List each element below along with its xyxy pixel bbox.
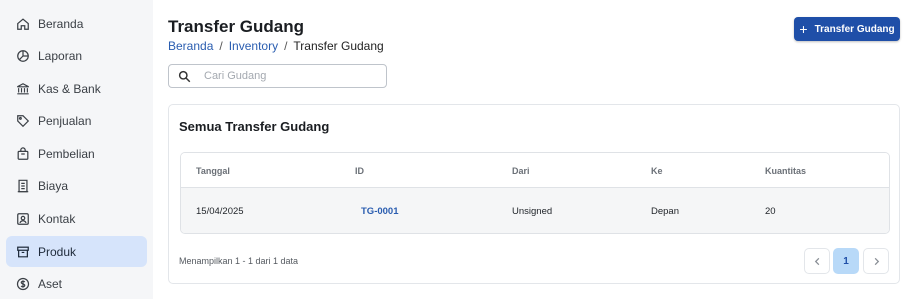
breadcrumb: Beranda / Inventory / Transfer Gudang xyxy=(168,39,384,53)
column-header-tanggal[interactable]: Tanggal xyxy=(196,166,230,176)
breadcrumb-separator: / xyxy=(284,39,288,53)
breadcrumb-beranda[interactable]: Beranda xyxy=(168,39,213,53)
sidebar-item-beranda[interactable]: Beranda xyxy=(6,8,147,39)
cell-tanggal: 15/04/2025 xyxy=(196,206,244,217)
tag-icon xyxy=(17,114,30,127)
next-page-button[interactable] xyxy=(863,248,889,274)
sidebar-item-label: Laporan xyxy=(38,48,83,63)
sidebar-item-label: Produk xyxy=(38,244,77,259)
transfer-list-card: Semua Transfer Gudang Tanggal ID Dari Ke… xyxy=(168,104,900,284)
sidebar: Beranda Laporan Kas & Bank Penjualan Pem… xyxy=(0,0,153,299)
sidebar-item-label: Biaya xyxy=(38,178,69,193)
shopping-bag-icon xyxy=(17,146,29,160)
search-icon xyxy=(178,70,191,82)
home-icon xyxy=(17,17,29,30)
search-input[interactable] xyxy=(204,70,374,82)
sidebar-item-penjualan[interactable]: Penjualan xyxy=(6,105,147,136)
sidebar-item-label: Penjualan xyxy=(38,113,92,128)
plus-icon: + xyxy=(799,21,808,37)
column-header-kuantitas[interactable]: Kuantitas xyxy=(765,166,806,176)
bank-icon xyxy=(17,82,29,94)
main-content: Transfer Gudang Beranda / Inventory / Tr… xyxy=(153,0,915,299)
page-title: Transfer Gudang xyxy=(168,17,305,36)
breadcrumb-current: Transfer Gudang xyxy=(293,39,384,53)
sidebar-item-label: Kas & Bank xyxy=(38,81,101,96)
sidebar-item-label: Beranda xyxy=(38,16,84,31)
box-icon xyxy=(17,246,29,257)
card-title: Semua Transfer Gudang xyxy=(179,119,330,134)
pie-chart-icon xyxy=(17,49,29,62)
sidebar-item-label: Kontak xyxy=(38,211,76,226)
add-transfer-gudang-label: Transfer Gudang xyxy=(814,23,895,35)
sidebar-item-label: Pembelian xyxy=(38,146,95,161)
sidebar-item-biaya[interactable]: Biaya xyxy=(6,170,147,201)
sidebar-item-kontak[interactable]: Kontak xyxy=(6,203,147,234)
receipt-icon xyxy=(17,179,29,192)
sidebar-item-aset[interactable]: Aset xyxy=(6,268,147,299)
sidebar-item-produk[interactable]: Produk xyxy=(6,236,147,267)
search-box xyxy=(168,64,387,88)
sidebar-item-kas-bank[interactable]: Kas & Bank xyxy=(6,73,147,104)
dollar-icon xyxy=(16,277,30,290)
cell-kuantitas: 20 xyxy=(765,206,776,217)
transfer-table: Tanggal ID Dari Ke Kuantitas 15/04/2025 … xyxy=(180,152,890,234)
column-header-id[interactable]: ID xyxy=(355,166,364,176)
page-button-current[interactable]: 1 xyxy=(833,248,859,274)
previous-page-button[interactable] xyxy=(804,248,830,274)
contact-icon xyxy=(17,212,29,225)
sidebar-item-laporan[interactable]: Laporan xyxy=(6,40,147,71)
column-header-dari[interactable]: Dari xyxy=(512,166,530,176)
cell-id-link[interactable]: TG-0001 xyxy=(361,206,399,217)
table-header: Tanggal ID Dari Ke Kuantitas xyxy=(181,153,889,188)
sidebar-item-pembelian[interactable]: Pembelian xyxy=(6,138,147,169)
add-transfer-gudang-button[interactable]: + Transfer Gudang xyxy=(794,17,900,41)
table-row[interactable]: 15/04/2025 TG-0001 Unsigned Depan 20 xyxy=(181,188,889,233)
breadcrumb-inventory[interactable]: Inventory xyxy=(229,39,278,53)
chevron-left-icon xyxy=(814,257,819,265)
pagination-summary: Menampilkan 1 - 1 dari 1 data xyxy=(179,256,299,266)
cell-ke: Depan xyxy=(651,206,679,217)
breadcrumb-separator: / xyxy=(219,39,223,53)
column-header-ke[interactable]: Ke xyxy=(651,166,663,176)
sidebar-item-label: Aset xyxy=(38,276,63,291)
cell-dari: Unsigned xyxy=(512,206,553,217)
chevron-right-icon xyxy=(874,257,879,265)
